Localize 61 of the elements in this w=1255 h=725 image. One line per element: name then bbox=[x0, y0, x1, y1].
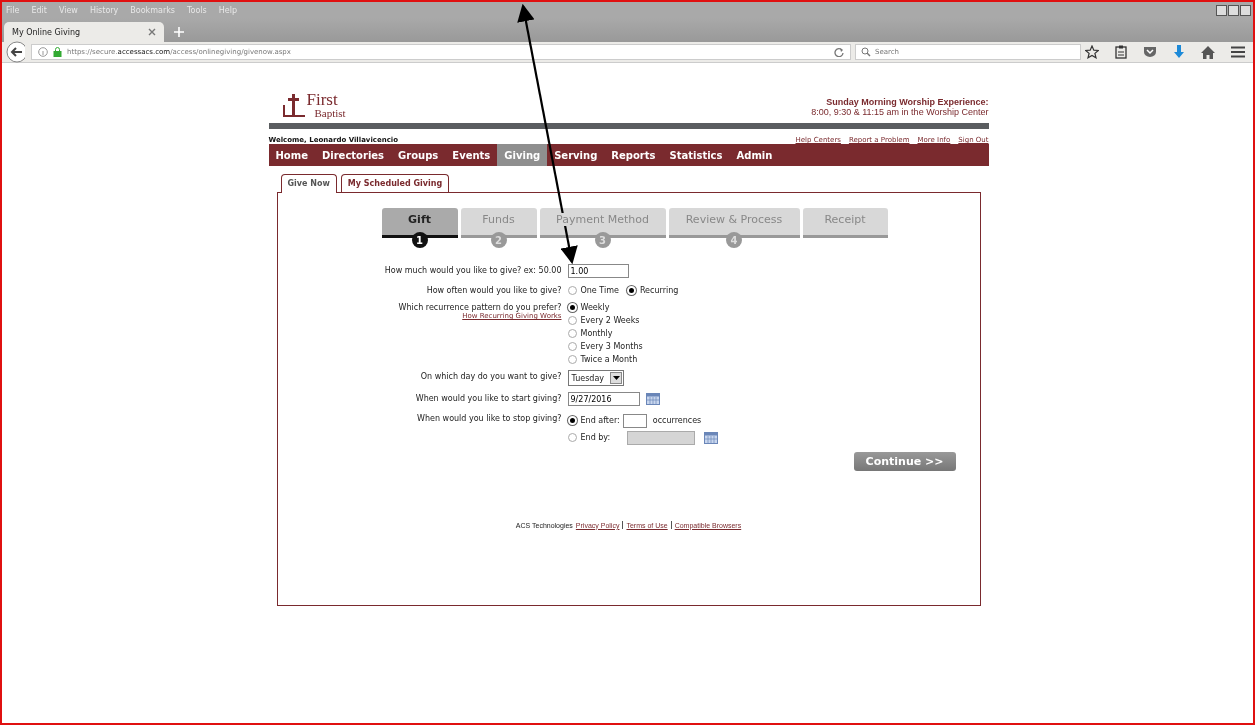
field-label: Which recurrence pattern do you prefer? bbox=[398, 303, 562, 312]
nav-tab[interactable]: Groups bbox=[391, 144, 446, 166]
radio-option[interactable]: Weekly bbox=[567, 303, 643, 312]
amount-input[interactable]: 1.00 bbox=[567, 264, 629, 278]
window-controls-icon[interactable] bbox=[1216, 4, 1251, 16]
logo-text: Baptist bbox=[314, 108, 346, 119]
church-logo-icon bbox=[280, 93, 307, 119]
sub-tab[interactable]: Give Now bbox=[280, 174, 337, 193]
continue-button[interactable]: Continue >> bbox=[853, 452, 956, 471]
menu-icon[interactable] bbox=[1231, 46, 1245, 58]
nav-tab[interactable]: Home bbox=[268, 144, 315, 166]
occurrences-input[interactable] bbox=[622, 413, 647, 428]
browser-tab[interactable]: My Online Giving bbox=[4, 22, 164, 42]
caret-icon[interactable] bbox=[612, 376, 620, 380]
radio-option[interactable]: End after: bbox=[567, 416, 620, 425]
field-label: When would you like to start giving? bbox=[415, 394, 562, 403]
service-title: Sunday Morning Worship Experience: bbox=[825, 97, 989, 107]
sub-tab[interactable]: My Scheduled Giving bbox=[340, 174, 450, 192]
download-icon[interactable] bbox=[1173, 45, 1185, 59]
field-label: On which day do you want to give? bbox=[420, 372, 562, 381]
back-icon[interactable] bbox=[6, 41, 25, 63]
close-icon[interactable] bbox=[148, 28, 156, 36]
step-number: 3 bbox=[594, 232, 611, 248]
search-icon bbox=[861, 47, 871, 57]
radio-option[interactable]: Every 2 Weeks bbox=[567, 316, 643, 325]
calendar-icon[interactable] bbox=[645, 393, 660, 405]
radio-option[interactable]: Recurring bbox=[626, 286, 679, 295]
radio-option[interactable]: End by: bbox=[567, 433, 624, 442]
step-number: 2 bbox=[490, 232, 507, 248]
nav-tab[interactable]: Statistics bbox=[662, 144, 730, 166]
radio-option[interactable]: Monthly bbox=[567, 329, 643, 338]
home-icon[interactable] bbox=[1201, 45, 1215, 59]
service-times: 8:00, 9:30 & 11:15 am in the Worship Center bbox=[811, 107, 989, 117]
occurrences-label: occurrences bbox=[652, 416, 702, 425]
field-label: When would you like to stop giving? bbox=[417, 414, 562, 423]
lock-icon bbox=[53, 47, 62, 57]
day-dropdown[interactable]: Tuesday bbox=[567, 370, 625, 386]
start-date-input[interactable]: 9/27/2016 bbox=[567, 392, 640, 406]
step-tab[interactable]: Gift 1 bbox=[381, 208, 458, 248]
nav-tab[interactable]: Admin bbox=[729, 144, 780, 166]
step-number: 1 bbox=[411, 232, 428, 248]
radio-option[interactable]: One Time bbox=[567, 286, 619, 295]
tab-title: My Online Giving bbox=[12, 27, 82, 37]
clipboard-icon[interactable] bbox=[1115, 45, 1127, 59]
nav-tab[interactable]: Reports bbox=[604, 144, 663, 166]
reload-icon[interactable] bbox=[834, 47, 844, 57]
pocket-icon[interactable] bbox=[1143, 46, 1157, 58]
radio-option[interactable]: Twice a Month bbox=[567, 355, 643, 364]
nav-tab[interactable]: Events bbox=[445, 144, 498, 166]
church-logo[interactable]: First Baptist bbox=[280, 91, 346, 119]
star-icon[interactable] bbox=[1085, 45, 1099, 59]
info-icon[interactable] bbox=[38, 47, 48, 57]
field-label: How often would you like to give? bbox=[426, 286, 562, 295]
logo-text: First bbox=[306, 91, 339, 108]
plus-icon[interactable] bbox=[174, 27, 184, 37]
nav-tab[interactable]: Serving bbox=[547, 144, 605, 166]
radio-option[interactable]: Every 3 Months bbox=[567, 342, 643, 351]
field-label: How much would you like to give? ex: 50.00 bbox=[384, 266, 562, 275]
nav-tab[interactable]: Directories bbox=[314, 144, 392, 166]
calendar-icon[interactable] bbox=[703, 431, 718, 444]
step-number: 4 bbox=[726, 232, 742, 248]
